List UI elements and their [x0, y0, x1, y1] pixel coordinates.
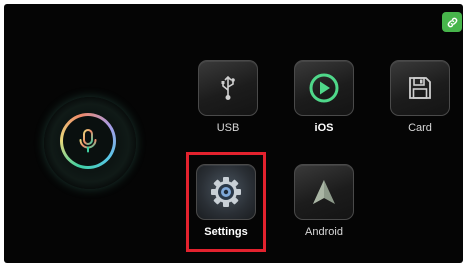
head-unit-screen: USB iOS Card Settings Android: [4, 4, 463, 263]
usb-tile[interactable]: [198, 60, 258, 116]
app-android[interactable]: Android: [292, 164, 356, 238]
android-auto-icon: [313, 180, 335, 204]
carplay-play-icon: [309, 73, 339, 103]
card-label: Card: [408, 122, 432, 134]
voice-assistant-button[interactable]: [44, 97, 136, 189]
microphone-icon: [79, 129, 97, 153]
app-ios[interactable]: iOS: [292, 60, 356, 134]
usb-label: USB: [216, 122, 240, 134]
android-label: Android: [305, 226, 343, 238]
settings-highlight-frame: [186, 152, 266, 252]
android-tile[interactable]: [294, 164, 354, 220]
link-icon: [447, 17, 457, 27]
app-card[interactable]: Card: [388, 60, 452, 134]
ios-tile[interactable]: [294, 60, 354, 116]
usb-icon: [221, 75, 235, 100]
ios-label: iOS: [314, 122, 334, 134]
link-button[interactable]: [442, 12, 462, 32]
voice-ring: [60, 113, 116, 169]
app-usb[interactable]: USB: [196, 60, 260, 134]
sd-card-icon: [409, 77, 431, 99]
card-tile[interactable]: [390, 60, 450, 116]
